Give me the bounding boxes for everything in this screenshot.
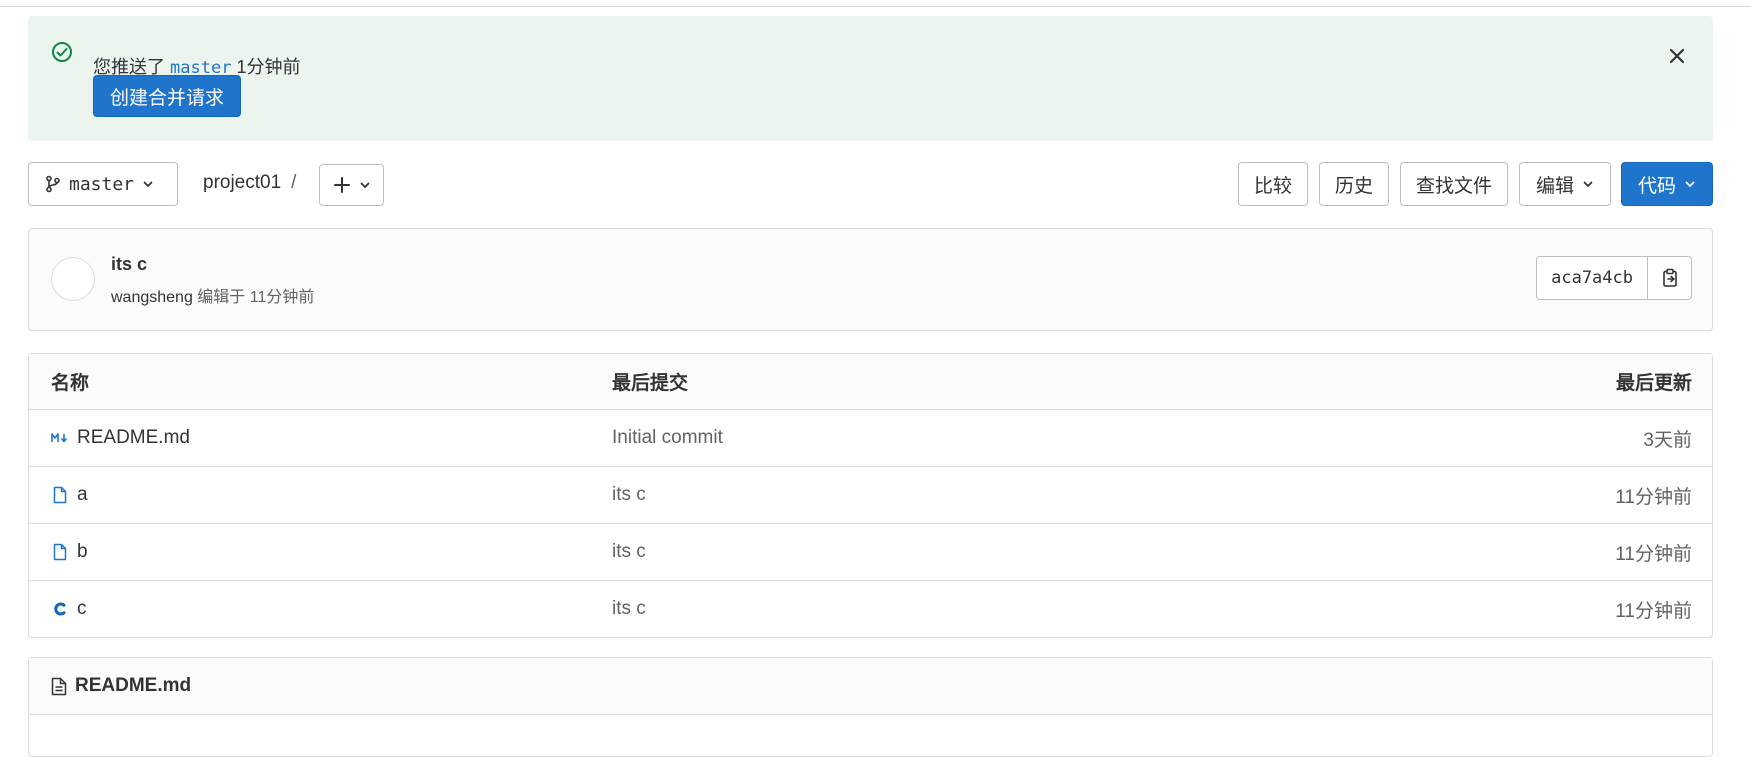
history-button[interactable]: 历史 — [1319, 162, 1389, 206]
add-to-tree-button[interactable] — [319, 164, 384, 206]
file-text-icon — [51, 677, 67, 695]
file-name-cell[interactable]: b — [51, 524, 88, 580]
header-last-update: 最后更新 — [1615, 373, 1692, 394]
edit-button-label: 编辑 — [1535, 175, 1574, 197]
file-tree-table: 名称 最后提交 最后更新 README.md Initial commit 3天… — [28, 353, 1713, 638]
code-button-label: 代码 — [1637, 175, 1676, 197]
table-row[interactable]: b its c 11分钟前 — [29, 524, 1712, 581]
branch-icon — [46, 175, 60, 193]
alert-text-suffix: 1分钟前 — [236, 57, 301, 77]
branch-switcher[interactable]: master — [28, 162, 178, 206]
file-last-commit[interactable]: its c — [612, 581, 646, 637]
breadcrumb-separator: / — [291, 172, 297, 193]
commit-author[interactable]: wangsheng — [111, 289, 193, 306]
table-row[interactable]: README.md Initial commit 3天前 — [29, 410, 1712, 467]
header-name: 名称 — [51, 373, 90, 394]
last-commit-panel: its c wangsheng 编辑于 11分钟前 aca7a4cb — [28, 228, 1713, 331]
c-language-icon — [51, 601, 69, 617]
file-name[interactable]: README.md — [77, 427, 190, 449]
chevron-down-icon — [143, 181, 153, 187]
copy-sha-button[interactable] — [1648, 256, 1692, 300]
file-name-cell[interactable]: c — [51, 581, 87, 637]
breadcrumb-project[interactable]: project01 — [203, 172, 281, 193]
readme-header: README.md — [29, 658, 1712, 715]
clipboard-icon — [1662, 268, 1677, 287]
close-alert-button[interactable] — [1661, 40, 1693, 72]
breadcrumb: project01 / — [203, 172, 296, 194]
top-divider — [0, 0, 1751, 7]
file-last-update: 11分钟前 — [1615, 486, 1692, 508]
branch-name: master — [69, 173, 135, 195]
table-header: 名称 最后提交 最后更新 — [29, 354, 1712, 410]
file-last-update: 11分钟前 — [1615, 600, 1692, 622]
code-dropdown-button[interactable]: 代码 — [1621, 162, 1713, 206]
edit-dropdown-button[interactable]: 编辑 — [1519, 162, 1611, 206]
file-last-commit[interactable]: Initial commit — [612, 410, 723, 466]
table-row[interactable]: a its c 11分钟前 — [29, 467, 1712, 524]
compare-button[interactable]: 比较 — [1238, 162, 1308, 206]
file-name[interactable]: c — [77, 598, 87, 620]
avatar[interactable] — [51, 257, 95, 301]
file-name-cell[interactable]: a — [51, 467, 88, 523]
commit-sha[interactable]: aca7a4cb — [1536, 256, 1648, 300]
commit-meta: wangsheng 编辑于 11分钟前 — [111, 283, 314, 307]
file-name-cell[interactable]: README.md — [51, 410, 190, 466]
plus-icon — [333, 177, 350, 193]
file-last-update: 11分钟前 — [1615, 543, 1692, 565]
file-icon — [51, 543, 69, 561]
chevron-down-icon — [1685, 181, 1695, 187]
push-alert: 您推送了 master 1分钟前 创建合并请求 — [28, 16, 1713, 141]
commit-sha-group: aca7a4cb — [1536, 256, 1692, 300]
commit-title[interactable]: its c — [111, 254, 147, 275]
file-name[interactable]: a — [77, 484, 88, 506]
file-icon — [51, 486, 69, 504]
header-last-commit: 最后提交 — [612, 373, 689, 394]
chevron-down-icon — [1583, 181, 1593, 187]
file-last-update: 3天前 — [1643, 429, 1692, 451]
alert-text-prefix: 您推送了 — [93, 57, 165, 77]
commit-time: 编辑于 11分钟前 — [197, 289, 315, 306]
readme-panel: README.md — [28, 657, 1713, 757]
close-icon — [1669, 48, 1685, 64]
table-row[interactable]: c its c 11分钟前 — [29, 581, 1712, 637]
file-last-commit[interactable]: its c — [612, 524, 646, 580]
check-circle-icon — [50, 40, 74, 64]
readme-title: README.md — [75, 675, 192, 696]
file-last-commit[interactable]: its c — [612, 467, 646, 523]
markdown-icon — [51, 432, 69, 444]
file-name[interactable]: b — [77, 541, 88, 563]
chevron-down-icon — [360, 182, 369, 188]
find-file-button[interactable]: 查找文件 — [1400, 162, 1508, 206]
create-merge-request-button[interactable]: 创建合并请求 — [93, 75, 242, 117]
